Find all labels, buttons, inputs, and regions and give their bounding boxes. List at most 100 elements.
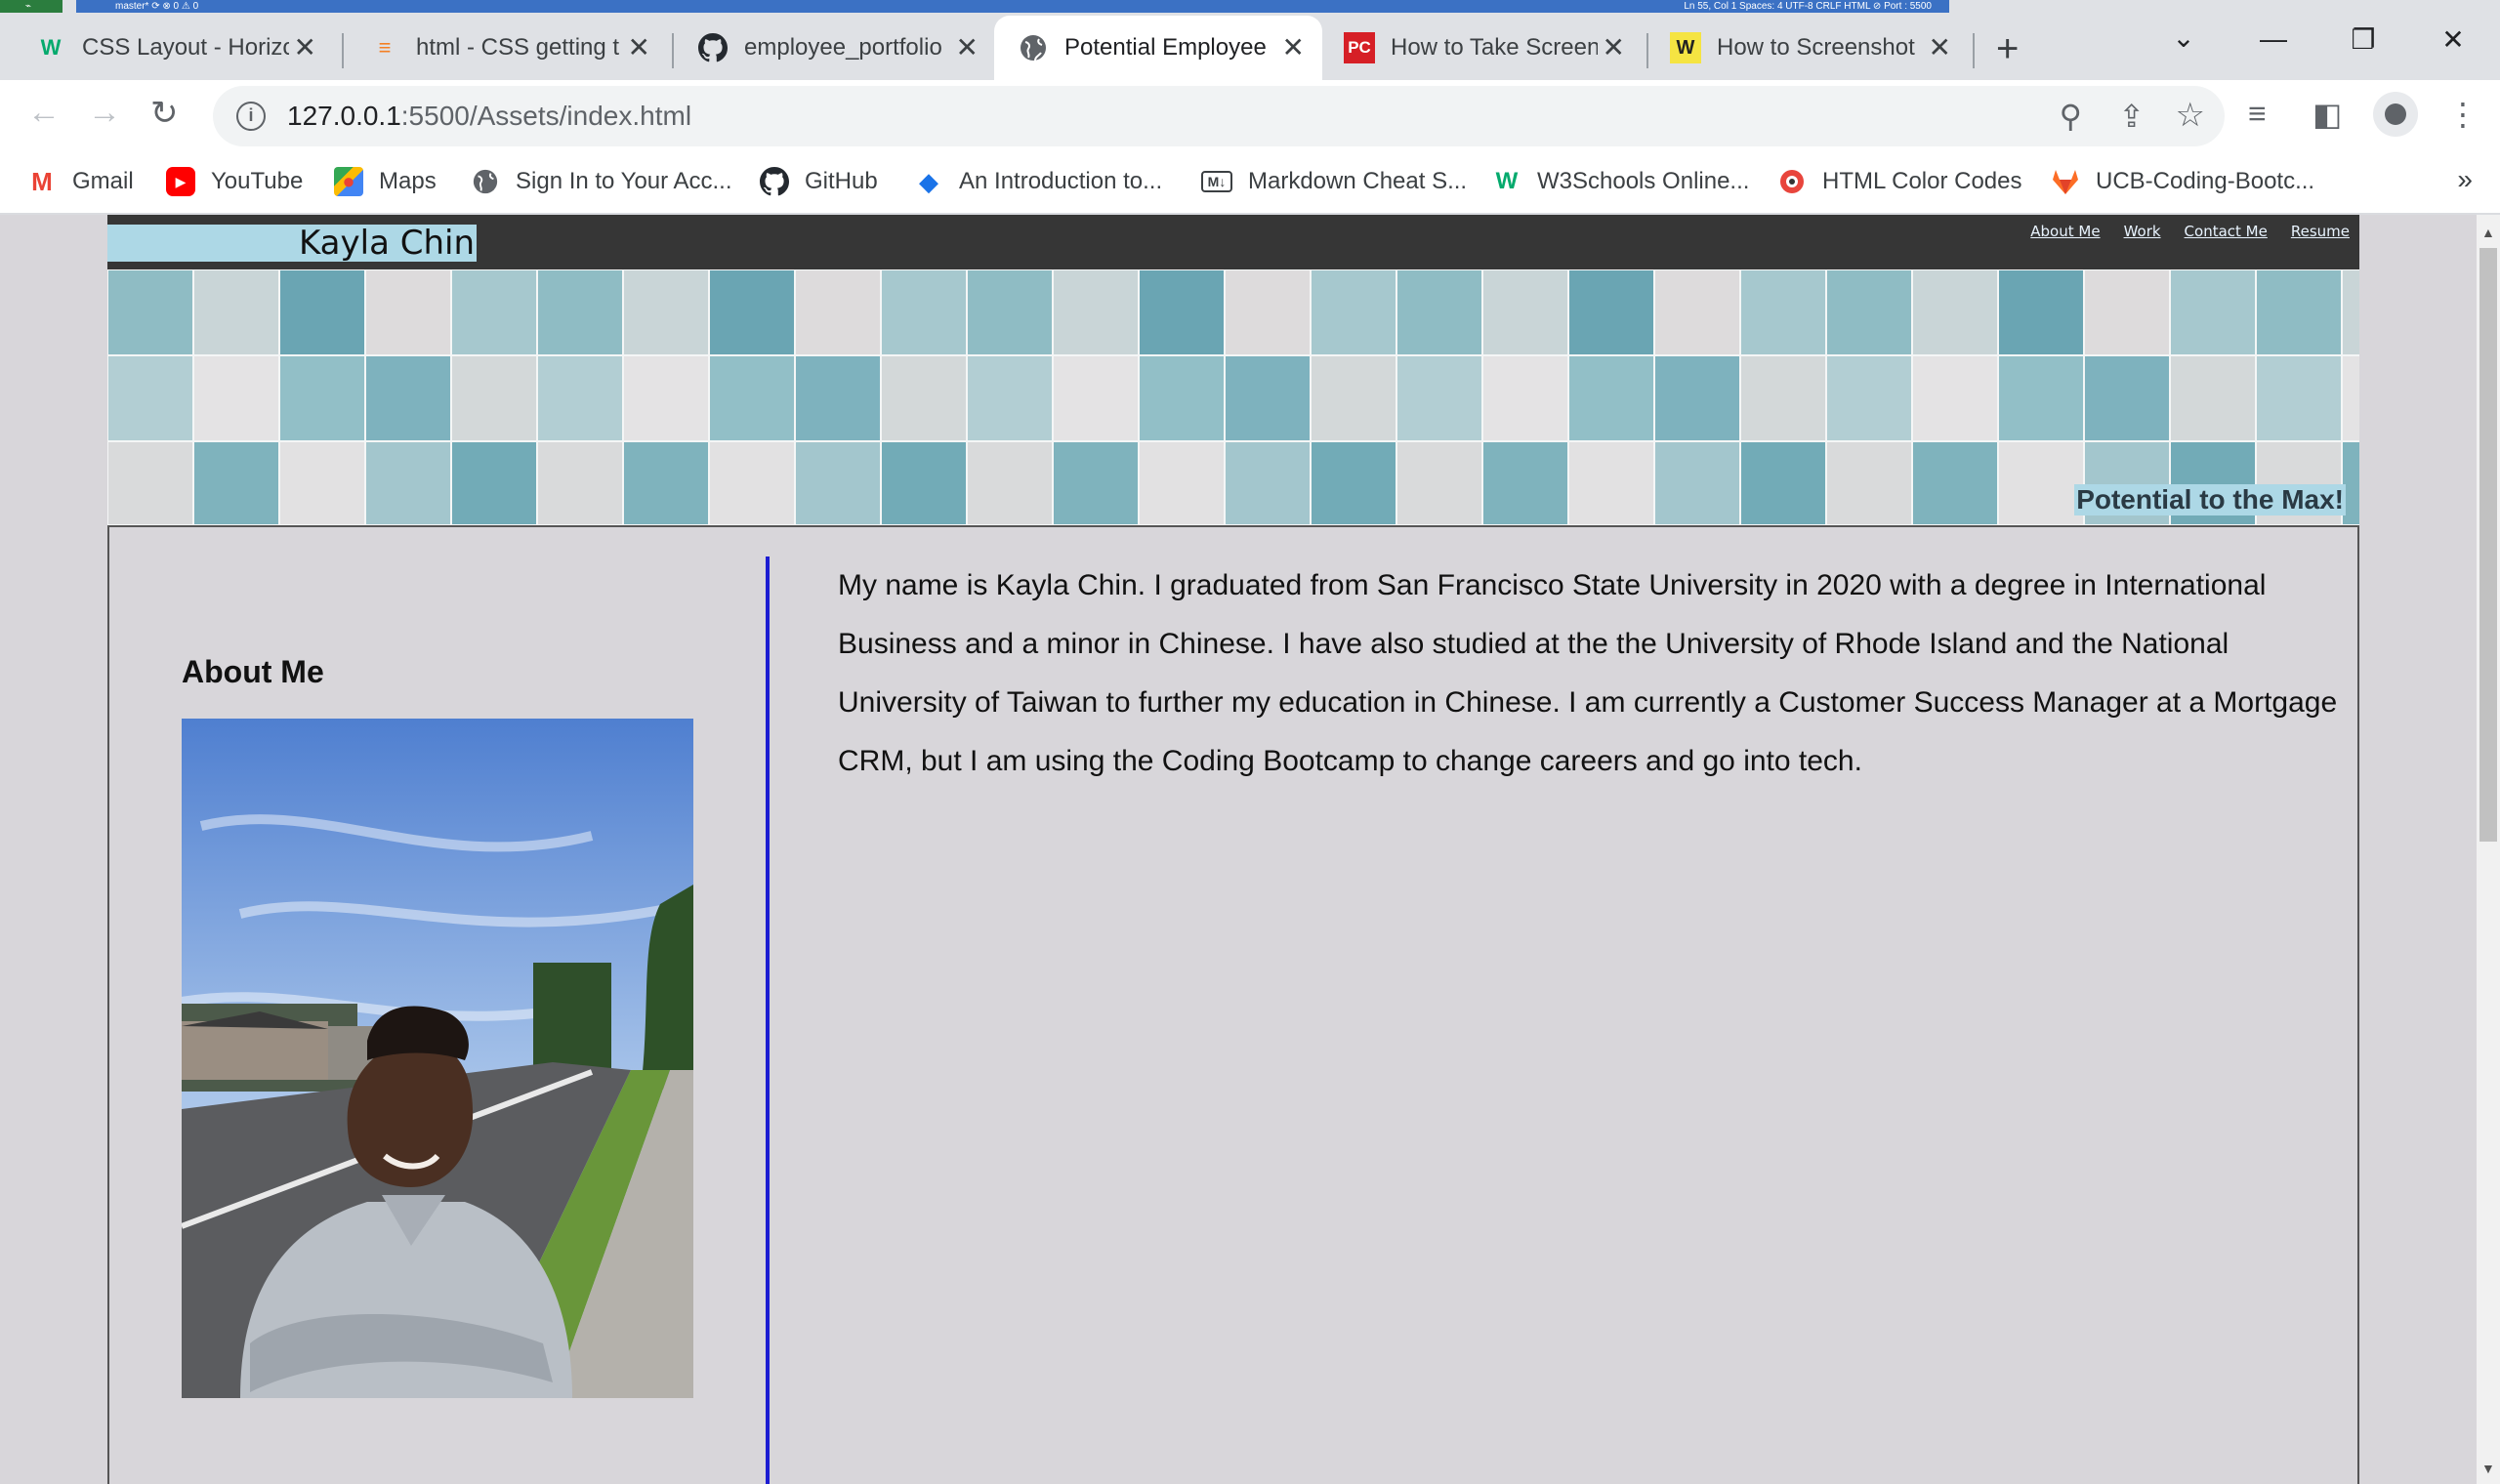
- gmail-icon: M: [31, 166, 53, 196]
- close-icon[interactable]: ✕: [294, 31, 316, 63]
- bookmark-introduction[interactable]: ◆ An Introduction to...: [914, 164, 1162, 199]
- page-viewport: Kayla Chin About Me Work Contact Me Resu…: [0, 215, 2477, 1484]
- menu-kebab-icon[interactable]: ⋮: [2447, 96, 2479, 133]
- about-section: About Me My name is Kayla Chin. I gradua…: [107, 525, 2359, 1484]
- tab-strip: W CSS Layout - Horizo ✕ ≡ html - CSS get…: [0, 14, 2500, 80]
- w3schools-icon: W: [40, 35, 62, 60]
- share-icon[interactable]: ⇪: [2118, 98, 2145, 135]
- bookmark-label: UCB-Coding-Bootc...: [2096, 168, 2315, 194]
- status-strip: master* ⟳ ⊗ 0 ⚠ 0 Ln 55, Col 1 Spaces: 4…: [76, 0, 1949, 13]
- portfolio-page: Kayla Chin About Me Work Contact Me Resu…: [107, 215, 2359, 1484]
- editor-status-bar: ⌁ master* ⟳ ⊗ 0 ⚠ 0 Ln 55, Col 1 Spaces:…: [0, 0, 2500, 14]
- tab-title: CSS Layout - Horizo: [82, 34, 289, 61]
- about-heading: About Me: [182, 654, 324, 689]
- reading-list-icon[interactable]: ≡: [2248, 96, 2267, 132]
- tab-title: How to Screenshot: [1717, 34, 1915, 61]
- nav-link-resume[interactable]: Resume: [2291, 223, 2350, 240]
- bookmark-ucb-coding[interactable]: UCB-Coding-Bootc...: [2051, 164, 2314, 199]
- tab-title: How to Take Screen: [1391, 34, 1598, 61]
- bookmark-label: Markdown Cheat S...: [1248, 168, 1468, 194]
- branch-status[interactable]: master* ⟳ ⊗ 0 ⚠ 0: [115, 0, 198, 13]
- new-tab-button[interactable]: +: [1996, 27, 2019, 71]
- hero-tagline: Potential to the Max!: [2074, 484, 2346, 515]
- youtube-icon: ▶: [166, 167, 195, 196]
- hero-tile-pattern: [107, 269, 2359, 525]
- bookmark-label: Maps: [379, 168, 437, 194]
- zoom-icon[interactable]: ⚲: [2060, 98, 2082, 135]
- bookmark-w3schools[interactable]: W W3Schools Online...: [1492, 164, 1750, 199]
- editor-position-status[interactable]: Ln 55, Col 1 Spaces: 4 UTF-8 CRLF HTML ⊘…: [1684, 0, 1932, 13]
- reload-icon[interactable]: ↻: [150, 94, 179, 133]
- bookmark-gmail[interactable]: M Gmail: [27, 164, 134, 199]
- site-title: Kayla Chin: [107, 225, 477, 262]
- colorcodes-icon: [1777, 167, 1807, 196]
- scroll-down-arrow-icon[interactable]: ▼: [2481, 1461, 2495, 1476]
- more-bookmarks-chevron-icon[interactable]: »: [2457, 164, 2473, 195]
- bio-paragraph: My name is Kayla Chin. I graduated from …: [838, 569, 2338, 777]
- bookmark-html-color-codes[interactable]: HTML Color Codes: [1777, 164, 2022, 199]
- close-icon[interactable]: ✕: [628, 31, 650, 63]
- site-info-icon[interactable]: i: [236, 102, 266, 131]
- close-window-button[interactable]: ✕: [2408, 23, 2498, 56]
- hero-banner: Potential to the Max!: [107, 269, 2359, 525]
- tab-separator: [342, 33, 344, 68]
- close-icon[interactable]: ✕: [1603, 31, 1625, 63]
- nav-link-work[interactable]: Work: [2124, 223, 2161, 240]
- minimize-button[interactable]: —: [2229, 23, 2318, 55]
- bookmark-label: Sign In to Your Acc...: [516, 168, 732, 194]
- bookmark-label: An Introduction to...: [959, 168, 1163, 194]
- tab-title: employee_portfolio: [744, 34, 942, 61]
- site-nav: About Me Work Contact Me Resume: [2030, 223, 2350, 240]
- address-bar[interactable]: i 127.0.0.1:5500/Assets/index.html ⚲ ⇪ ☆: [213, 86, 2225, 146]
- side-panel-icon[interactable]: ◧: [2312, 96, 2342, 133]
- bookmark-label: W3Schools Online...: [1537, 168, 1750, 194]
- tab-stackoverflow[interactable]: ≡ html - CSS getting t ✕: [346, 16, 668, 80]
- close-icon[interactable]: ✕: [1282, 31, 1305, 63]
- tab-title: Potential Employee: [1064, 34, 1267, 61]
- maps-icon: ●: [334, 167, 363, 196]
- tab-wikihow[interactable]: W How to Screenshot ✕: [1646, 16, 1969, 80]
- bookmark-sign-in[interactable]: Sign In to Your Acc...: [471, 164, 731, 199]
- tab-css-layout[interactable]: W CSS Layout - Horizo ✕: [12, 16, 334, 80]
- bookmarks-bar: M Gmail ▶ YouTube ● Maps Sign In to Your…: [0, 150, 2500, 215]
- bookmark-star-icon[interactable]: ☆: [2176, 96, 2205, 135]
- site-header: Kayla Chin About Me Work Contact Me Resu…: [107, 215, 2359, 269]
- close-icon[interactable]: ✕: [1929, 31, 1951, 63]
- markdown-icon: M↓: [1201, 171, 1232, 192]
- restore-button[interactable]: ❐: [2318, 23, 2408, 56]
- page-scrollbar[interactable]: ▲ ▼: [2477, 215, 2500, 1484]
- bookmark-github[interactable]: GitHub: [760, 164, 878, 199]
- tab-pcmag[interactable]: PC How to Take Screen ✕: [1320, 16, 1643, 80]
- nav-link-contact-me[interactable]: Contact Me: [2185, 223, 2268, 240]
- close-icon[interactable]: ✕: [956, 31, 979, 63]
- tab-potential-employee[interactable]: Potential Employee ✕: [994, 16, 1322, 80]
- bookmark-label: GitHub: [805, 168, 878, 194]
- section-divider: [766, 556, 770, 1484]
- github-icon: [760, 167, 789, 196]
- globe-icon: [471, 167, 500, 196]
- globe-icon: [1018, 32, 1049, 63]
- bookmark-youtube[interactable]: ▶ YouTube: [166, 164, 303, 199]
- profile-avatar-icon[interactable]: [2373, 92, 2418, 137]
- wikihow-icon: W: [1670, 32, 1701, 63]
- scroll-up-arrow-icon[interactable]: ▲: [2481, 225, 2495, 240]
- tab-title: html - CSS getting t: [416, 34, 620, 61]
- remote-indicator[interactable]: ⌁: [0, 0, 62, 13]
- github-icon: [697, 32, 729, 63]
- address-url[interactable]: 127.0.0.1:5500/Assets/index.html: [287, 101, 691, 132]
- tab-separator: [1973, 33, 1975, 68]
- back-arrow-icon[interactable]: ←: [27, 94, 61, 132]
- tab-github-repo[interactable]: employee_portfolio ✕: [674, 16, 996, 80]
- w3schools-icon: W: [1495, 168, 1519, 194]
- bookmark-markdown[interactable]: M↓ Markdown Cheat S...: [1201, 164, 1467, 199]
- nav-link-about-me[interactable]: About Me: [2030, 223, 2100, 240]
- tab-search-chevron-icon[interactable]: ⌄: [2139, 21, 2229, 54]
- bookmark-icon: ◆: [919, 166, 938, 196]
- bookmark-maps[interactable]: ● Maps: [334, 164, 437, 199]
- scrollbar-thumb[interactable]: [2479, 248, 2497, 842]
- bookmark-label: Gmail: [72, 168, 134, 194]
- forward-arrow-icon[interactable]: →: [88, 94, 121, 132]
- pcmag-icon: PC: [1344, 32, 1375, 63]
- bookmark-label: HTML Color Codes: [1822, 168, 2022, 194]
- gitlab-icon: [2051, 167, 2080, 196]
